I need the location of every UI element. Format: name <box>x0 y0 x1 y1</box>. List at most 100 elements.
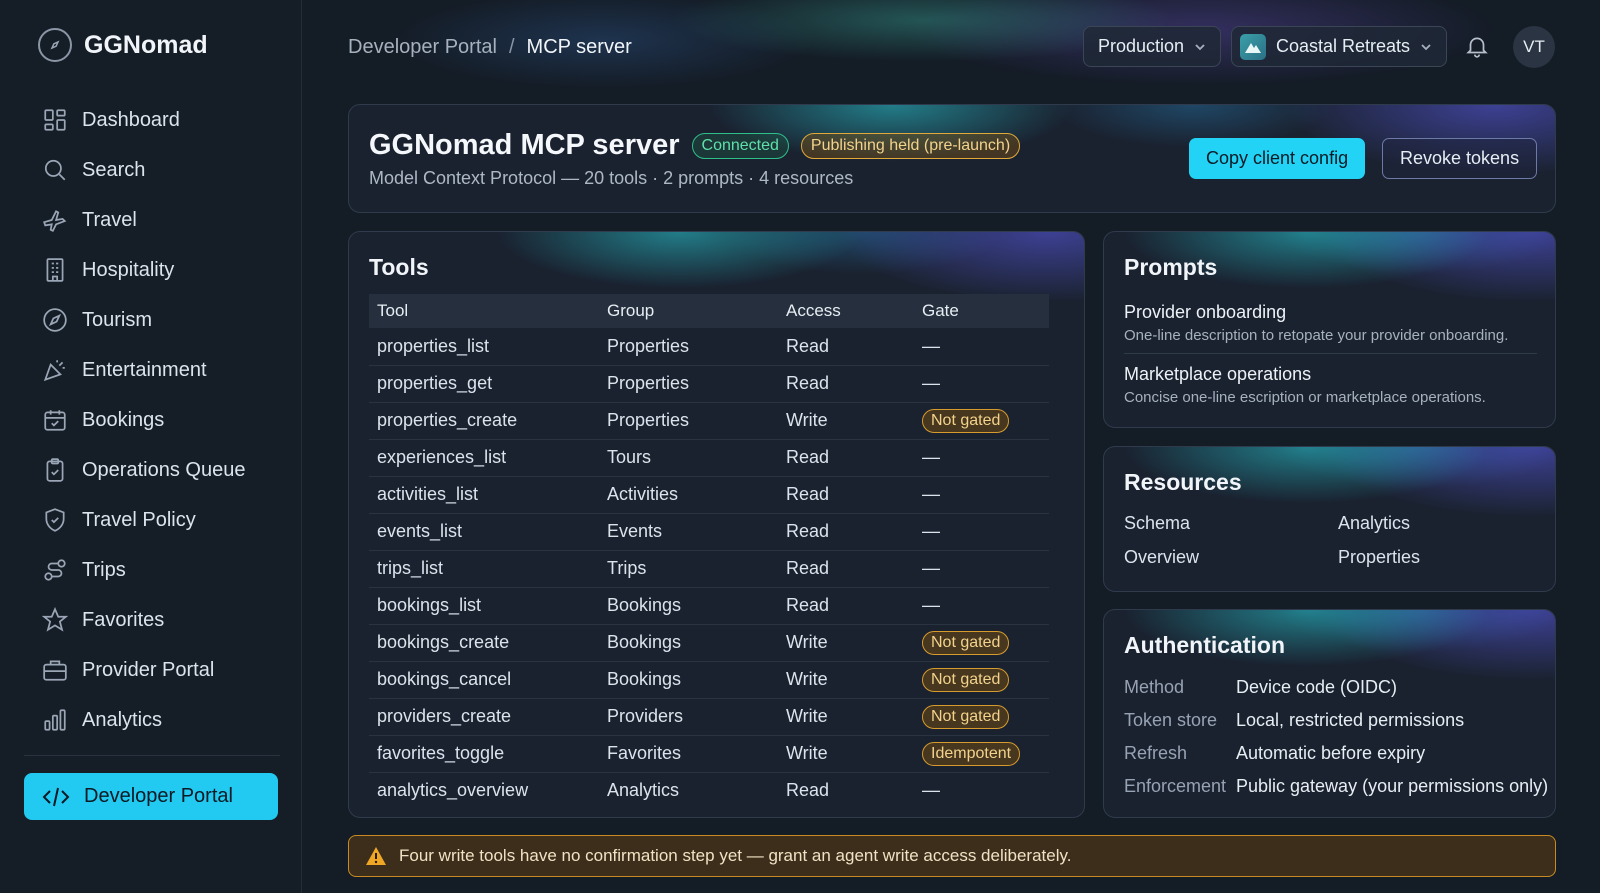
prompt-name: Marketplace operations <box>1124 364 1312 384</box>
organization-select[interactable]: Coastal Retreats <box>1231 26 1448 67</box>
tool-access-cell: Read <box>778 439 914 477</box>
prompt-divider <box>1124 353 1537 354</box>
brand[interactable]: GGNomad <box>38 28 208 62</box>
resource-properties[interactable]: Properties <box>1338 547 1420 568</box>
auth-row-enforcement: Enforcement Public gateway (your permiss… <box>1124 776 1548 797</box>
sidebar-item-developer-portal[interactable]: Developer Portal <box>24 773 278 820</box>
party-icon <box>43 360 65 382</box>
briefcase-icon <box>43 660 67 681</box>
tool-access-cell: Write <box>778 661 914 699</box>
gate-badge: Not gated <box>922 630 1010 655</box>
table-row[interactable]: activities_list Activities Read — <box>369 476 1049 514</box>
column-header-group: Group <box>599 294 778 328</box>
tool-name-cell: properties_create <box>369 402 599 440</box>
tool-group-cell: Properties <box>599 365 778 403</box>
prompt-item-provider-onboarding[interactable]: Provider onboarding One-line description… <box>1124 302 1529 344</box>
sidebar-item-provider-portal[interactable]: Provider Portal <box>24 645 280 695</box>
sidebar-item-dashboard[interactable]: Dashboard <box>24 95 280 145</box>
tool-group-cell: Bookings <box>599 624 778 662</box>
tool-gate-cell: — <box>914 513 1049 551</box>
sidebar-nav: Dashboard Search Travel Hospitality Tour… <box>24 95 280 745</box>
copy-client-config-button[interactable]: Copy client config <box>1189 138 1366 179</box>
sidebar-item-tourism[interactable]: Tourism <box>24 295 280 345</box>
sidebar-item-travel-policy[interactable]: Travel Policy <box>24 495 280 545</box>
tool-access-cell: Write <box>778 624 914 662</box>
tool-name-cell: bookings_create <box>369 624 599 662</box>
table-row[interactable]: trips_list Trips Read — <box>369 550 1049 588</box>
table-row[interactable]: properties_list Properties Read — <box>369 328 1049 366</box>
table-row[interactable]: properties_get Properties Read — <box>369 365 1049 403</box>
auth-value: Local, restricted permissions <box>1236 710 1465 730</box>
breadcrumb-developer-portal[interactable]: Developer Portal <box>348 36 497 59</box>
sidebar-item-trips[interactable]: Trips <box>24 545 280 595</box>
status-badge: Connected <box>691 132 789 159</box>
sidebar-item-favorites[interactable]: Favorites <box>24 595 280 645</box>
sidebar-item-bookings[interactable]: Bookings <box>24 395 280 445</box>
compass-logo-icon <box>38 28 72 62</box>
auth-value: Public gateway (your permissions only) <box>1236 776 1549 796</box>
sidebar-item-travel[interactable]: Travel <box>24 195 280 245</box>
prompts-card: Prompts Provider onboarding One-line des… <box>1103 231 1556 428</box>
tool-name-cell: events_list <box>369 513 599 551</box>
table-row[interactable]: favorites_toggle Favorites Write Idempotent <box>369 735 1049 773</box>
route-icon <box>44 559 66 581</box>
tool-group-cell: Bookings <box>599 587 778 625</box>
environment-select[interactable]: Production <box>1083 26 1222 67</box>
table-row[interactable]: bookings_list Bookings Read — <box>369 587 1049 625</box>
table-row[interactable]: bookings_cancel Bookings Write Not gated <box>369 661 1049 699</box>
server-subtitle: Model Context Protocol — 20 tools · 2 pr… <box>369 168 854 188</box>
bar-chart-icon <box>44 709 66 731</box>
auth-key: Enforcement <box>1124 776 1227 796</box>
tools-title: Tools <box>369 254 429 280</box>
resources-title: Resources <box>1124 469 1242 495</box>
sidebar-item-label: Travel <box>82 208 137 231</box>
gate-none: — <box>922 335 940 356</box>
resource-overview[interactable]: Overview <box>1124 547 1199 568</box>
revoke-tokens-button[interactable]: Revoke tokens <box>1382 138 1538 179</box>
tool-access-cell: Write <box>778 402 914 440</box>
page-title: GGNomad MCP server Connected Publishing … <box>369 129 1021 162</box>
table-row[interactable]: bookings_create Bookings Write Not gated <box>369 624 1049 662</box>
sidebar-item-label: Favorites <box>82 608 165 631</box>
avatar[interactable]: VT <box>1513 26 1555 68</box>
tool-group-cell: Events <box>599 513 778 551</box>
column-header-access: Access <box>778 294 914 328</box>
tool-access-cell: Read <box>778 365 914 403</box>
auth-key: Token store <box>1124 710 1218 730</box>
sidebar-item-entertainment[interactable]: Entertainment <box>24 345 280 395</box>
tool-name-cell: analytics_overview <box>377 780 529 801</box>
table-row[interactable]: events_list Events Read — <box>369 513 1049 551</box>
sidebar-item-label: Bookings <box>82 408 165 431</box>
tool-gate-cell: — <box>914 365 1049 403</box>
sidebar-item-label: Hospitality <box>82 258 175 281</box>
table-row[interactable]: experiences_list Tours Read — <box>369 439 1049 477</box>
sidebar-item-analytics[interactable]: Analytics <box>24 695 280 745</box>
tool-gate-cell: — <box>914 772 1049 809</box>
bell-icon[interactable] <box>1464 33 1490 59</box>
prompt-item-marketplace-operations[interactable]: Marketplace operations Concise one-line … <box>1124 364 1529 406</box>
sidebar-item-label: Operations Queue <box>82 458 246 481</box>
prompt-description: One-line description to retopate your pr… <box>1124 327 1509 344</box>
auth-key: Refresh <box>1124 743 1188 763</box>
tool-name-cell: activities_list <box>369 476 599 514</box>
table-row[interactable]: properties_create Properties Write Not gate… <box>369 402 1049 440</box>
sidebar-item-hospitality[interactable]: Hospitality <box>24 245 280 295</box>
gate-none: — <box>922 373 940 393</box>
table-row[interactable]: analytics_overview Analytics Read — <box>369 772 1049 809</box>
auth-row-token-store: Token store Local, restricted permission… <box>1124 710 1464 731</box>
table-header-row: Tool Group Access Gate <box>369 294 1049 328</box>
tools-card: Tools Tool Group Access Gate properties_… <box>348 231 1085 818</box>
sidebar-item-search[interactable]: Search <box>24 145 280 195</box>
mountain-icon <box>1240 33 1266 60</box>
tool-gate-cell: — <box>914 476 1049 514</box>
auth-row-refresh: Refresh Automatic before expiry <box>1124 743 1425 764</box>
sidebar-item-label: Analytics <box>82 708 163 731</box>
resource-analytics[interactable]: Analytics <box>1338 513 1410 534</box>
authentication-title: Authentication <box>1124 632 1285 658</box>
sidebar-item-label: Provider Portal <box>82 658 215 681</box>
sidebar-item-operations-queue[interactable]: Operations Queue <box>24 445 280 495</box>
calendar-icon <box>44 410 66 431</box>
tool-access-cell: Read <box>778 513 914 551</box>
resource-schema[interactable]: Schema <box>1124 513 1190 534</box>
table-row[interactable]: providers_create Providers Write Not gated <box>369 698 1049 736</box>
